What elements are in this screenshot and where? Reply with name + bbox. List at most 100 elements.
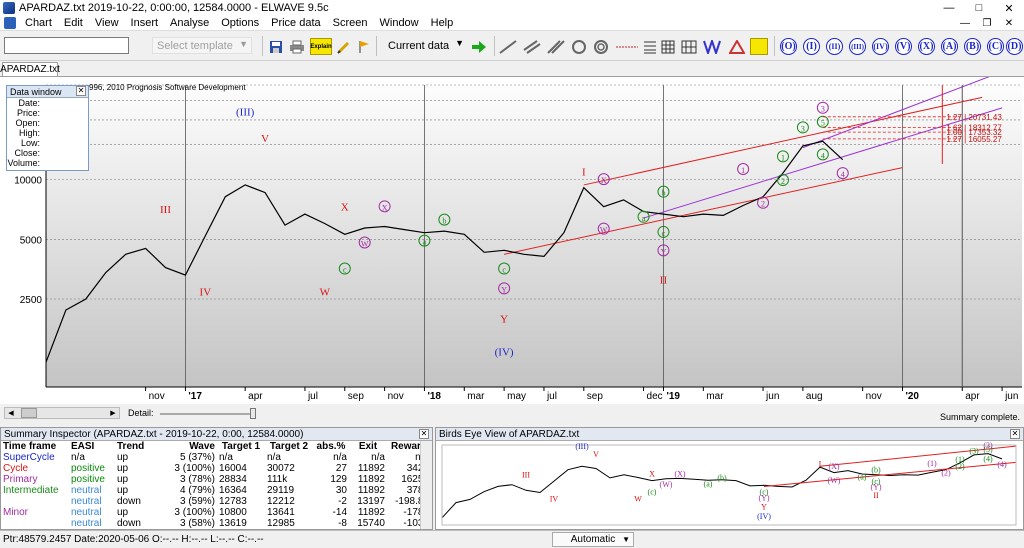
wave-button-iii[interactable]: (III) [849, 38, 866, 55]
birds-eye-label: X [649, 470, 655, 479]
menu-window[interactable]: Window [374, 17, 425, 29]
menu-insert[interactable]: Insert [125, 17, 165, 29]
price-chart[interactable]: 150001000050002500 nov'17aprjulsepnov'18… [0, 77, 1024, 405]
wave-label: Y [501, 285, 507, 294]
close-button[interactable]: ✕ [994, 0, 1024, 16]
wave-button-ii[interactable]: (II) [826, 38, 843, 55]
summary-column-header[interactable]: Target 1 [217, 441, 265, 452]
menu-screen[interactable]: Screen [327, 17, 374, 29]
menu-analyse[interactable]: Analyse [164, 17, 215, 29]
summary-column-header[interactable]: EASI [69, 441, 115, 452]
document-icon[interactable] [4, 17, 16, 29]
wave-button-c[interactable]: (C) [987, 38, 1004, 55]
time-grid-icon[interactable] [680, 38, 698, 55]
summary-column-header[interactable]: Exit [349, 441, 387, 452]
scroll-thumb[interactable] [21, 408, 37, 418]
explain-button[interactable]: Explain [310, 38, 332, 55]
wave-button-iv[interactable]: (IV) [872, 38, 889, 55]
trendline-icon[interactable] [498, 38, 518, 55]
circle-icon[interactable] [570, 38, 588, 55]
summary-cell: n/a [71, 452, 85, 463]
birds-eye-label: (4) [983, 455, 993, 464]
summary-row[interactable]: Minor neutral up 3 (100%) 10800 13641 -14 11892… [1, 507, 431, 518]
target-label: 1.27 | 16055.27 [946, 135, 1002, 144]
go-arrow-icon[interactable] [470, 38, 488, 55]
symbol-input[interactable] [4, 37, 129, 54]
data-price-label: Price: [16, 108, 40, 118]
menu-edit[interactable]: Edit [58, 17, 89, 29]
x-tick-label: mar [467, 391, 485, 402]
birds-eye-label: (c) [872, 477, 881, 486]
summary-row[interactable]: Primary positive up 3 (78%) 28834 111k 129 1189… [1, 474, 431, 485]
spiral-icon[interactable] [592, 38, 610, 55]
menu-chart[interactable]: Chart [19, 17, 58, 29]
data-window[interactable]: Data window ✕ Date: Price: Open: High: Lo… [6, 85, 89, 171]
summary-cell: neutral [71, 518, 102, 529]
horizontal-line-icon[interactable] [614, 38, 640, 55]
menu-price-data[interactable]: Price data [265, 17, 327, 29]
summary-column-header[interactable]: Trend [115, 441, 161, 452]
wave-label: W [600, 226, 608, 235]
wave-button-v[interactable]: (V) [895, 38, 912, 55]
toolbar-separator [376, 36, 377, 56]
template-select[interactable]: Select template ▼ [152, 37, 252, 54]
summary-row[interactable]: neutral down 3 (59%) 12783 12212 -2 13197 -198.… [1, 496, 431, 507]
menu-help[interactable]: Help [425, 17, 460, 29]
summary-cell: SuperCycle [3, 452, 55, 463]
triangle-icon[interactable] [728, 38, 746, 55]
close-icon[interactable]: ✕ [419, 429, 429, 439]
summary-row[interactable]: SuperCyclen/aup5 (37%)n/an/an/an/an/a [1, 452, 431, 463]
document-tab[interactable]: APARDAZ.txt [0, 62, 60, 76]
save-icon[interactable] [268, 38, 284, 55]
pencil-icon[interactable] [336, 38, 352, 55]
summary-column-header[interactable]: Wave [161, 441, 217, 452]
wave-button-a[interactable]: (A) [941, 38, 958, 55]
print-icon[interactable] [288, 38, 306, 55]
data-date-label: Date: [18, 98, 40, 108]
data-window-title: Data window [10, 86, 62, 97]
chart-area[interactable]: 150001000050002500 nov'17aprjulsepnov'18… [0, 76, 1024, 404]
horizontal-scrollbar[interactable]: ◀ ▶ [4, 407, 120, 419]
summary-column-header[interactable]: Time frame [1, 441, 69, 452]
note-icon[interactable] [750, 38, 768, 55]
fan-lines-icon[interactable] [702, 38, 724, 55]
menu-view[interactable]: View [89, 17, 125, 29]
retracement-icon[interactable] [642, 38, 658, 55]
slider-thumb[interactable] [250, 408, 256, 419]
summary-row[interactable]: Intermediate neutral up 4 (79%) 16364 29119 30… [1, 485, 431, 496]
birds-eye-series [441, 453, 1003, 519]
grid-icon[interactable] [660, 38, 676, 55]
scroll-right-icon[interactable]: ▶ [107, 408, 119, 418]
x-tick-label: apr [965, 391, 980, 402]
mode-select[interactable]: Automatic ▼ [552, 532, 634, 547]
scroll-left-icon[interactable]: ◀ [5, 408, 17, 418]
doc-restore-button[interactable]: ❐ [976, 16, 998, 31]
flag-icon[interactable] [356, 38, 372, 55]
wave-button-d[interactable]: (D) [1006, 38, 1023, 55]
maximize-button[interactable]: □ [964, 0, 994, 16]
app-icon [3, 2, 15, 14]
birds-eye-chart[interactable]: (III)IIIIVVXWY(IV)III(b)(a)(c)(Y)(X)(W)(… [436, 441, 1023, 529]
menu-options[interactable]: Options [215, 17, 265, 29]
close-icon[interactable]: ✕ [1010, 429, 1020, 439]
birds-eye-label: IV [550, 494, 559, 503]
summary-row[interactable]: neutral down 3 (58%) 13619 12985 -8 15740 -1034 [1, 518, 431, 529]
summary-row[interactable]: Cycle positive up 3 (100%) 16004 30072 27 11892… [1, 463, 431, 474]
summary-column-header[interactable]: abs.% [313, 441, 349, 452]
wave-button-o[interactable]: (O) [780, 38, 797, 55]
doc-close-button[interactable]: ✕ [998, 16, 1020, 31]
detail-slider[interactable] [160, 408, 256, 419]
minimize-button[interactable]: — [934, 0, 964, 16]
birds-eye-label: II [873, 491, 879, 500]
summary-scrollbar[interactable] [420, 441, 432, 529]
wave-label: 3 [801, 124, 805, 133]
close-icon[interactable]: ✕ [76, 86, 86, 96]
doc-minimize-button[interactable]: — [954, 16, 976, 31]
parallel-lines-icon[interactable] [546, 38, 566, 55]
wave-button-i[interactable]: (I) [803, 38, 820, 55]
summary-column-header[interactable]: Target 2 [265, 441, 313, 452]
channel-icon[interactable] [522, 38, 542, 55]
current-data-select[interactable]: Current data ▼ [380, 37, 466, 54]
wave-button-b[interactable]: (B) [964, 38, 981, 55]
wave-button-x[interactable]: (X) [918, 38, 935, 55]
